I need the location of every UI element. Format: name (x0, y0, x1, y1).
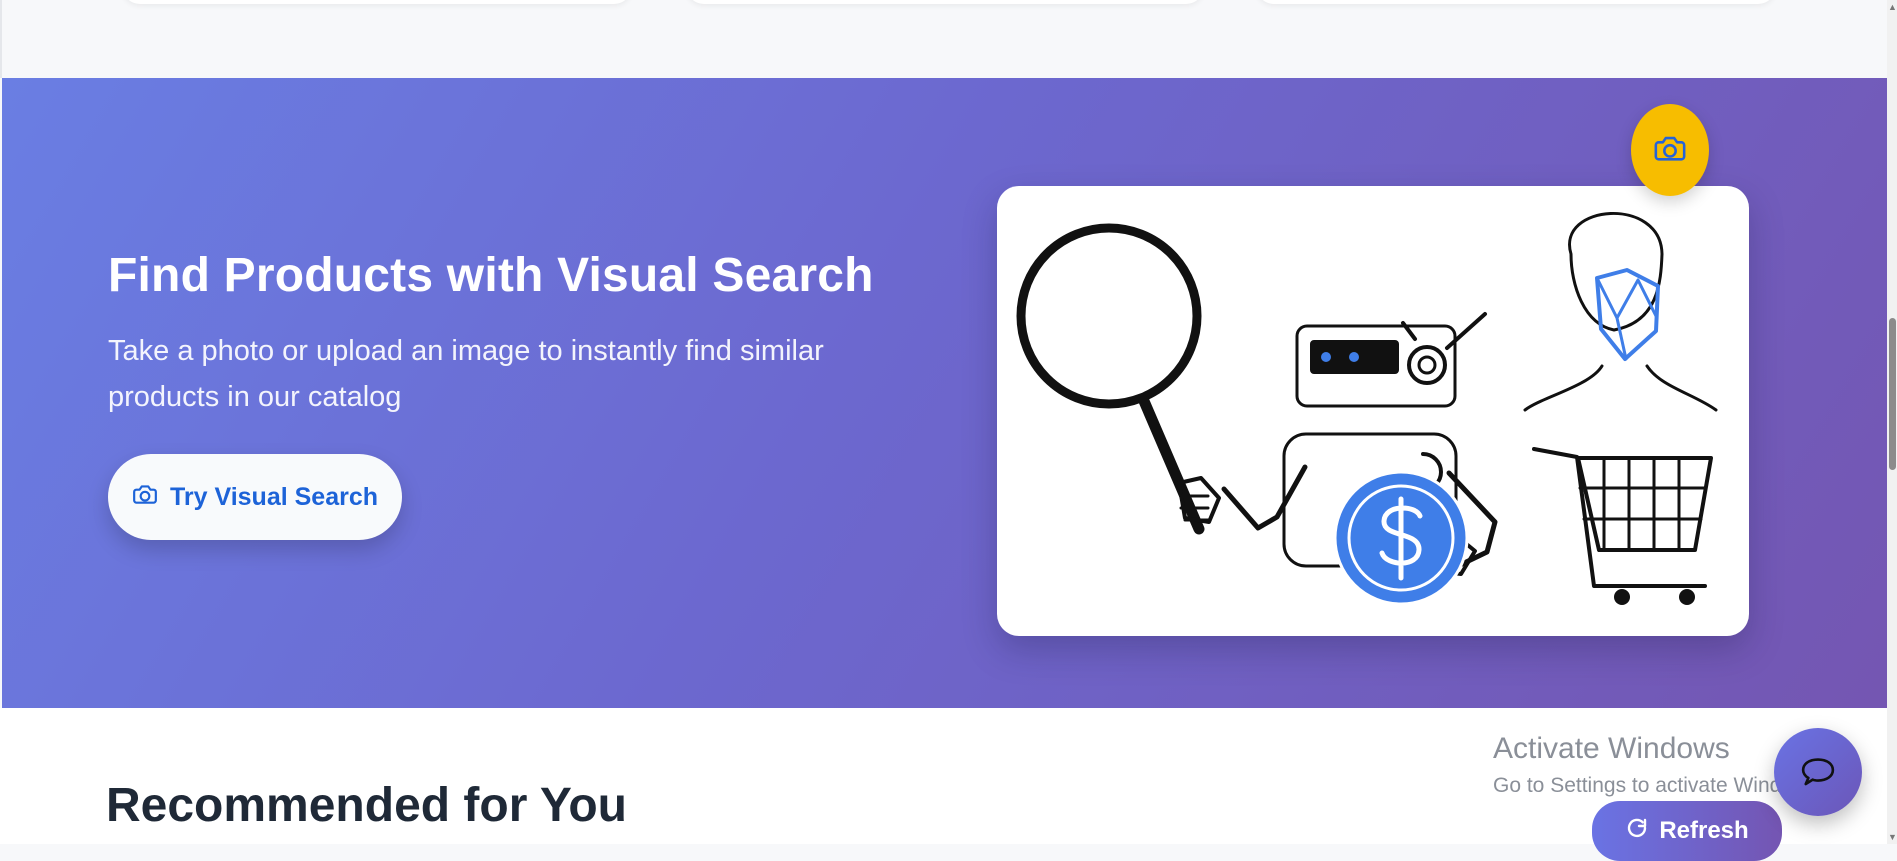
page-scrollbar[interactable]: ▲ ▼ (1887, 0, 1897, 844)
camera-badge[interactable] (1631, 104, 1709, 196)
camera-icon (1653, 131, 1687, 170)
refresh-icon (1625, 816, 1649, 847)
hero-description: Take a photo or upload an image to insta… (108, 335, 824, 413)
chat-button[interactable] (1774, 728, 1862, 816)
scroll-up-icon[interactable]: ▲ (1888, 3, 1897, 12)
visual-search-hero: Find Products with Visual Search Take a … (2, 78, 1887, 708)
chat-bubble-icon (1797, 749, 1839, 796)
product-card-top-3 (1256, 0, 1776, 4)
camera-icon (132, 481, 158, 514)
scroll-down-icon[interactable]: ▼ (1888, 833, 1897, 842)
windows-activation-title: Activate Windows (1493, 732, 1730, 765)
product-card-top-2 (686, 0, 1204, 4)
refresh-label: Refresh (1659, 817, 1749, 844)
visual-search-illustration (997, 186, 1749, 636)
recommended-section: Recommended for You Activate Windows Go … (0, 708, 1887, 861)
hero-title: Find Products with Visual Search (108, 249, 874, 302)
recommended-title: Recommended for You (106, 779, 627, 832)
scrollbar-thumb[interactable] (1889, 318, 1896, 470)
try-visual-search-button[interactable]: Try Visual Search (108, 454, 402, 540)
top-strip (0, 0, 1889, 78)
try-visual-search-label: Try Visual Search (170, 482, 378, 511)
product-card-top-1 (122, 0, 632, 4)
refresh-button[interactable]: Refresh (1592, 801, 1782, 861)
